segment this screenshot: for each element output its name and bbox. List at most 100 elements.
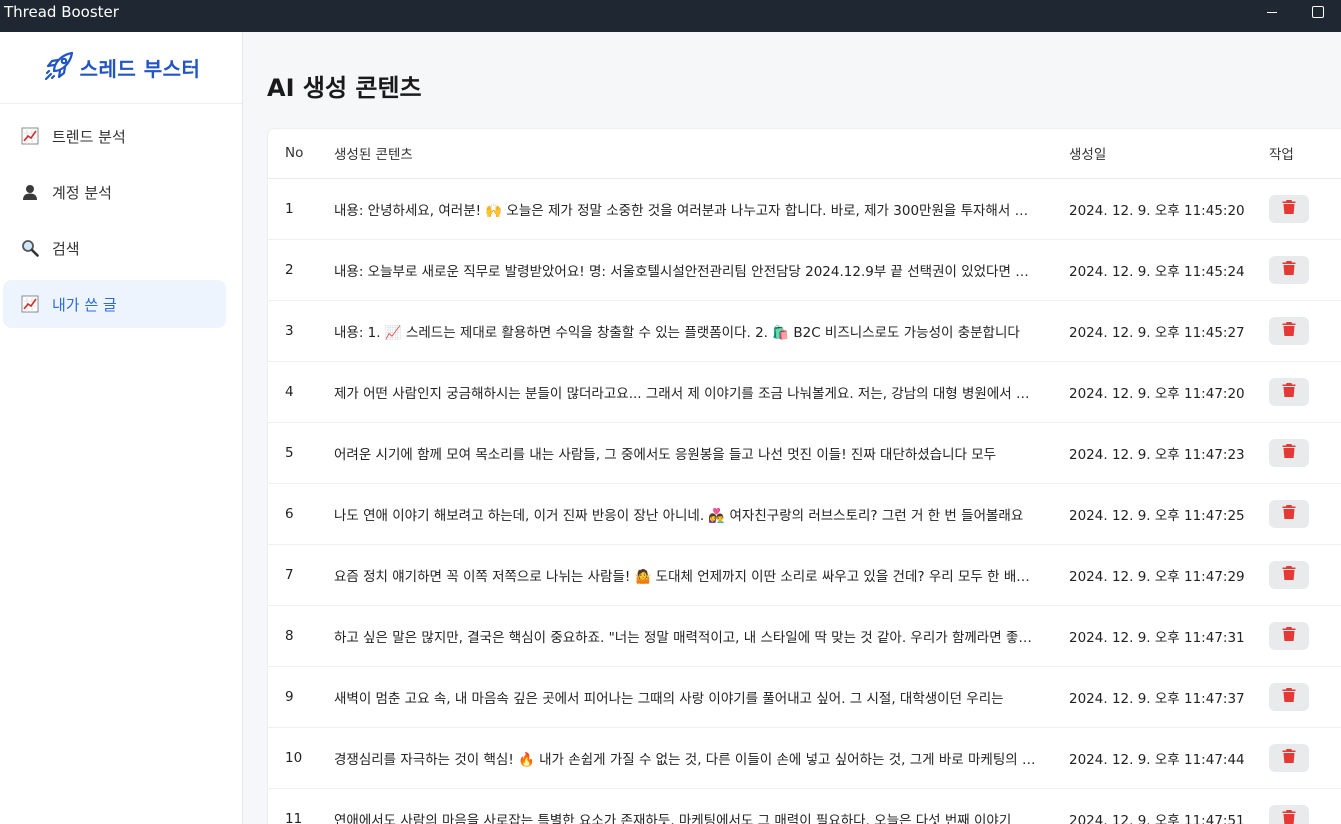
page-title: AI 생성 콘텐츠 [267,74,422,102]
trash-icon [1282,382,1296,401]
trash-icon [1282,260,1296,279]
minimize-button[interactable] [1249,0,1295,24]
trash-icon [1282,199,1296,218]
delete-button[interactable] [1269,255,1309,284]
table-row[interactable]: 11 연애에서도 사람의 마음을 사로잡는 특별한 요소가 존재하듯, 마케팅에서… [268,788,1341,824]
content-table: No 생성된 콘텐츠 생성일 작업 1 내용: 안녕하세요, 여러분! 🙌 오늘은… [268,129,1341,824]
delete-button[interactable] [1269,316,1309,345]
maximize-button[interactable] [1295,0,1341,24]
window-titlebar: Thread Booster [0,0,1341,32]
trash-icon [1282,626,1296,645]
row-content[interactable]: 제가 어떤 사람인지 궁금해하시는 분들이 많더라고요... 그래서 제 이야기… [334,361,1069,423]
row-date: 2024. 12. 9. 오후 11:47:23 [1069,422,1269,484]
row-action [1269,544,1341,606]
column-header-date: 생성일 [1069,129,1269,179]
row-date: 2024. 12. 9. 오후 11:47:20 [1069,361,1269,423]
row-content[interactable]: 어려운 시기에 함께 모여 목소리를 내는 사람들, 그 중에서도 응원봉을 들… [334,422,1069,484]
delete-button[interactable] [1269,560,1309,589]
trash-icon [1282,687,1296,706]
delete-button[interactable] [1269,438,1309,467]
row-number: 3 [268,300,334,362]
row-date: 2024. 12. 9. 오후 11:45:27 [1069,300,1269,362]
sidebar-item-label: 계정 분석 [52,183,112,202]
minimize-icon [1267,11,1277,13]
row-action [1269,788,1341,824]
row-content[interactable]: 요즘 정치 얘기하면 꼭 이쪽 저쪽으로 나뉘는 사람들! 🤷 도대체 언제까지… [334,544,1069,606]
row-action [1269,178,1341,240]
delete-button[interactable] [1269,682,1309,711]
row-number: 8 [268,605,334,667]
row-number: 7 [268,544,334,606]
row-number: 4 [268,361,334,423]
row-number: 10 [268,727,334,789]
delete-button[interactable] [1269,499,1309,528]
trash-icon [1282,809,1296,824]
column-header-content: 생성된 콘텐츠 [334,129,1069,179]
sidebar-item-label: 내가 쓴 글 [52,295,117,314]
row-date: 2024. 12. 9. 오후 11:47:44 [1069,727,1269,789]
trash-icon [1282,565,1296,584]
row-number: 11 [268,788,334,824]
row-number: 6 [268,483,334,545]
delete-button[interactable] [1269,194,1309,223]
rocket-icon [42,49,76,87]
content-table-card: No 생성된 콘텐츠 생성일 작업 1 내용: 안녕하세요, 여러분! 🙌 오늘은… [267,128,1341,824]
sidebar-item-search[interactable]: 검색 [3,224,226,272]
row-content[interactable]: 내용: 오늘부로 새로운 직무로 발령받았어요! 명: 서울호텔시설안전관리팀 … [334,239,1069,301]
table-row[interactable]: 2 내용: 오늘부로 새로운 직무로 발령받았어요! 명: 서울호텔시설안전관리팀… [268,239,1341,301]
chart-increasing-icon [20,294,40,314]
brand-name: 스레드 부스터 [79,57,201,81]
row-content[interactable]: 경쟁심리를 자극하는 것이 핵심! 🔥 내가 손쉽게 가질 수 없는 것, 다른… [334,727,1069,789]
table-row[interactable]: 4 제가 어떤 사람인지 궁금해하시는 분들이 많더라고요... 그래서 제 이야… [268,361,1341,423]
table-row[interactable]: 9 새벽이 멈춘 고요 속, 내 마음속 깊은 곳에서 피어나는 그때의 사랑 이… [268,666,1341,728]
main-content: AI 생성 콘텐츠 No 생성된 콘텐츠 생성일 작업 1 내용: 안녕하세요, … [243,32,1341,824]
column-header-no: No [268,129,334,179]
brand-logo[interactable]: 스레드 부스터 [0,32,242,104]
row-date: 2024. 12. 9. 오후 11:47:25 [1069,483,1269,545]
trash-icon [1282,321,1296,340]
sidebar-item-my-posts[interactable]: 내가 쓴 글 [3,280,226,328]
row-date: 2024. 12. 9. 오후 11:45:20 [1069,178,1269,240]
row-content[interactable]: 나도 연애 이야기 해보려고 하는데, 이거 진짜 반응이 장난 아니네. 👩‍… [334,483,1069,545]
trash-icon [1282,504,1296,523]
table-row[interactable]: 1 내용: 안녕하세요, 여러분! 🙌 오늘은 제가 정말 소중한 것을 여러분과… [268,178,1341,240]
delete-button[interactable] [1269,804,1309,824]
maximize-icon [1312,6,1324,18]
row-content[interactable]: 새벽이 멈춘 고요 속, 내 마음속 깊은 곳에서 피어나는 그때의 사랑 이야… [334,666,1069,728]
table-row[interactable]: 5 어려운 시기에 함께 모여 목소리를 내는 사람들, 그 중에서도 응원봉을 … [268,422,1341,484]
table-row[interactable]: 6 나도 연애 이야기 해보려고 하는데, 이거 진짜 반응이 장난 아니네. 👩… [268,483,1341,545]
row-date: 2024. 12. 9. 오후 11:47:29 [1069,544,1269,606]
row-content[interactable]: 내용: 1. 📈 스레드는 제대로 활용하면 수익을 창출할 수 있는 플랫폼이… [334,300,1069,362]
row-action [1269,605,1341,667]
table-row[interactable]: 7 요즘 정치 얘기하면 꼭 이쪽 저쪽으로 나뉘는 사람들! 🤷 도대체 언제까… [268,544,1341,606]
row-date: 2024. 12. 9. 오후 11:47:51 [1069,788,1269,824]
sidebar-item-label: 트렌드 분석 [52,127,126,146]
delete-button[interactable] [1269,621,1309,650]
row-action [1269,239,1341,301]
row-content[interactable]: 내용: 안녕하세요, 여러분! 🙌 오늘은 제가 정말 소중한 것을 여러분과 … [334,178,1069,240]
row-number: 2 [268,239,334,301]
column-header-action: 작업 [1269,129,1341,179]
window-title: Thread Booster [4,3,119,21]
table-row[interactable]: 8 하고 싶은 말은 많지만, 결국은 핵심이 중요하죠. "너는 정말 매력적이… [268,605,1341,667]
sidebar-item-account-analysis[interactable]: 계정 분석 [3,168,226,216]
row-content[interactable]: 하고 싶은 말은 많지만, 결국은 핵심이 중요하죠. "너는 정말 매력적이고… [334,605,1069,667]
magnifier-icon [20,238,40,258]
sidebar-nav: 트렌드 분석 계정 분석 검색 내가 쓴 글 [0,104,242,344]
sidebar: 스레드 부스터 트렌드 분석 계정 분석 검색 내가 쓴 글 [0,32,243,824]
chart-increasing-icon [20,126,40,146]
table-row[interactable]: 3 내용: 1. 📈 스레드는 제대로 활용하면 수익을 창출할 수 있는 플랫폼… [268,300,1341,362]
table-header-row: No 생성된 콘텐츠 생성일 작업 [268,129,1341,179]
delete-button[interactable] [1269,377,1309,406]
row-number: 5 [268,422,334,484]
row-date: 2024. 12. 9. 오후 11:45:24 [1069,239,1269,301]
trash-icon [1282,443,1296,462]
delete-button[interactable] [1269,743,1309,772]
row-action [1269,666,1341,728]
sidebar-item-trend-analysis[interactable]: 트렌드 분석 [3,112,226,160]
row-content[interactable]: 연애에서도 사람의 마음을 사로잡는 특별한 요소가 존재하듯, 마케팅에서도 … [334,788,1069,824]
row-action [1269,727,1341,789]
row-action [1269,361,1341,423]
person-silhouette-icon [20,182,40,202]
table-row[interactable]: 10 경쟁심리를 자극하는 것이 핵심! 🔥 내가 손쉽게 가질 수 없는 것, … [268,727,1341,789]
